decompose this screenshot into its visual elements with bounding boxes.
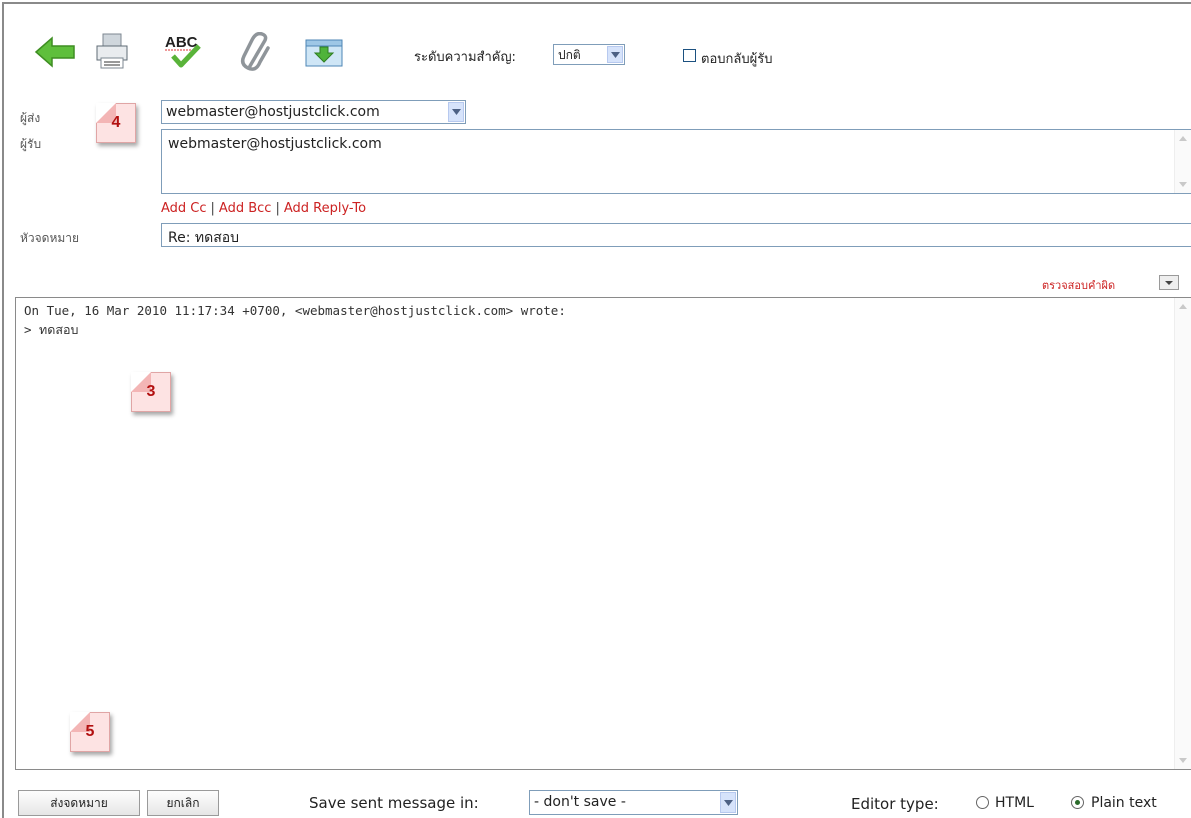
print-icon[interactable]: [95, 32, 129, 70]
save-draft-icon[interactable]: [304, 36, 344, 68]
subject-value: Re: ทดสอบ: [168, 230, 240, 246]
return-receipt-checkbox[interactable]: [683, 49, 696, 62]
scroll-up-icon[interactable]: [1175, 298, 1191, 315]
spellcheck-icon[interactable]: ABC: [163, 32, 203, 68]
spellcheck-dropdown[interactable]: [1159, 275, 1179, 290]
back-arrow-icon[interactable]: [34, 36, 76, 68]
message-body-editor[interactable]: On Tue, 16 Mar 2010 11:17:34 +0700, <web…: [15, 297, 1191, 770]
add-bcc-link[interactable]: Add Bcc: [219, 201, 272, 216]
callout-number: 5: [85, 723, 95, 740]
to-label: ผู้รับ: [20, 137, 42, 151]
from-select[interactable]: webmaster@hostjustclick.com: [161, 100, 466, 124]
callout-5: 5: [70, 712, 110, 752]
callout-3: 3: [131, 372, 171, 412]
importance-label: ระดับความสำคัญ:: [414, 50, 516, 65]
to-field[interactable]: webmaster@hostjustclick.com: [161, 129, 1191, 194]
callout-number: 4: [111, 114, 121, 131]
message-body-text: On Tue, 16 Mar 2010 11:17:34 +0700, <web…: [24, 303, 566, 337]
subject-label: หัวจดหมาย: [20, 231, 80, 245]
scroll-down-icon[interactable]: [1175, 176, 1191, 193]
add-cc-link[interactable]: Add Cc: [161, 201, 207, 216]
subject-field[interactable]: Re: ทดสอบ: [161, 223, 1191, 247]
send-button[interactable]: ส่งจดหมาย: [18, 790, 140, 816]
save-sent-value: - don't save -: [534, 794, 626, 810]
save-sent-label: Save sent message in:: [309, 794, 479, 812]
return-receipt-label: ตอบกลับผู้รับ: [701, 52, 773, 67]
to-scrollbar[interactable]: [1174, 130, 1191, 193]
save-sent-select[interactable]: - don't save -: [529, 790, 738, 815]
editor-scrollbar[interactable]: [1174, 298, 1191, 769]
attach-icon[interactable]: [240, 32, 274, 72]
recipient-links: Add Cc | Add Bcc | Add Reply-To: [161, 201, 367, 216]
from-value: webmaster@hostjustclick.com: [166, 104, 380, 120]
scroll-down-icon[interactable]: [1175, 752, 1191, 769]
editor-html-radio[interactable]: [976, 796, 989, 809]
editor-html-label: HTML: [995, 795, 1034, 811]
spellcheck-link[interactable]: ตรวจสอบคำผิด: [1042, 276, 1115, 294]
svg-text:ABC: ABC: [165, 34, 198, 51]
callout-number: 3: [146, 383, 156, 400]
importance-select[interactable]: ปกติ: [553, 44, 625, 65]
cancel-button[interactable]: ยกเลิก: [147, 790, 219, 816]
editor-type-label: Editor type:: [851, 795, 939, 813]
chevron-down-icon[interactable]: [720, 792, 736, 813]
callout-4: 4: [96, 103, 136, 143]
chevron-down-icon[interactable]: [448, 102, 464, 122]
from-label: ผู้ส่ง: [20, 111, 41, 125]
chevron-down-icon[interactable]: [607, 46, 623, 63]
editor-plain-radio[interactable]: [1071, 796, 1084, 809]
editor-plain-label: Plain text: [1091, 795, 1157, 811]
add-reply-to-link[interactable]: Add Reply-To: [284, 201, 366, 216]
scroll-up-icon[interactable]: [1175, 130, 1191, 147]
to-value: webmaster@hostjustclick.com: [168, 136, 382, 152]
importance-value: ปกติ: [558, 48, 581, 62]
